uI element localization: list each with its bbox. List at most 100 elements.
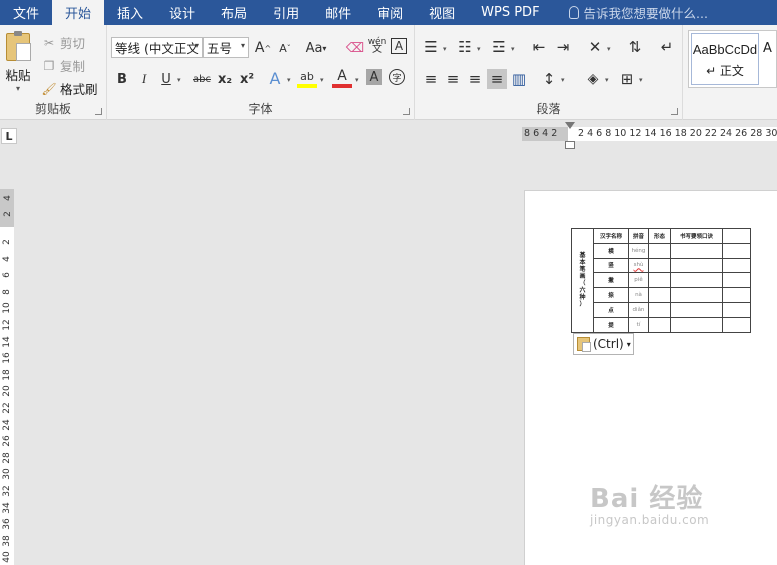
change-case-button[interactable]: Aa ▾ <box>303 38 329 58</box>
cut-label: 剪切 <box>60 36 86 51</box>
table-cell: 竖 <box>593 257 629 274</box>
highlight-button[interactable]: ab <box>297 68 317 88</box>
subscript-button[interactable]: x₂ <box>215 69 235 89</box>
clear-formatting-icon[interactable]: ⌫ <box>345 38 365 58</box>
vertical-ruler[interactable]: 4 2 2 4 6 8 10 12 14 16 18 20 22 24 26 28 30 32 34 36 38 40 <box>0 189 14 565</box>
tab-design[interactable]: 设计 <box>156 0 208 25</box>
table-cell: tí <box>628 316 649 333</box>
font-name-value: 等线 (中文正文 <box>115 41 199 56</box>
font-color-button[interactable]: A <box>332 68 352 88</box>
align-right-icon[interactable]: ≡ <box>465 69 485 89</box>
chevron-down-icon[interactable]: ▾ <box>605 76 609 84</box>
paste-label: 粘贴 <box>5 68 31 83</box>
italic-button[interactable]: I <box>134 69 154 89</box>
chevron-down-icon[interactable]: ▾ <box>561 76 565 84</box>
borders-icon[interactable]: ⊞ <box>617 69 637 89</box>
tab-home[interactable]: 开始 <box>52 0 105 25</box>
align-left-icon[interactable]: ≡ <box>421 69 441 89</box>
chevron-down-icon[interactable]: ▾ <box>477 45 481 53</box>
bullets-icon[interactable]: ☰ <box>421 37 441 57</box>
chevron-down-icon[interactable]: ▾ <box>511 45 515 53</box>
header-cell: 汉字名称 <box>593 228 629 244</box>
vertical-ruler-label: 2 <box>2 239 12 245</box>
chevron-down-icon[interactable]: ▾ <box>639 76 643 84</box>
paste-button[interactable]: 粘贴 ▾ <box>3 31 33 93</box>
left-indent-marker[interactable] <box>565 141 575 149</box>
increase-indent-icon[interactable]: ⇥ <box>553 37 573 57</box>
style-normal[interactable]: AaBbCcDd ↵ 正文 <box>691 33 759 85</box>
vertical-ruler-label: 28 <box>2 452 12 464</box>
underline-button[interactable]: U <box>156 69 176 89</box>
distributed-icon[interactable]: ▥ <box>509 69 529 89</box>
style-next[interactable]: A <box>763 41 772 56</box>
chevron-down-icon[interactable]: ▾ <box>287 76 291 84</box>
table-cell: nà <box>628 287 649 303</box>
vertical-ruler-label: 10 <box>2 302 12 315</box>
phonetic-guide-button[interactable]: wén 文 <box>367 36 387 56</box>
chevron-down-icon[interactable]: ▾ <box>320 76 324 84</box>
clipboard-group-label: 剪贴板 <box>34 102 71 116</box>
paste-options-button[interactable]: (Ctrl) ▾ <box>573 333 634 355</box>
character-shading-button[interactable]: A <box>366 69 382 85</box>
chevron-down-icon[interactable]: ▾ <box>16 84 20 93</box>
align-center-icon[interactable]: ≡ <box>443 69 463 89</box>
chevron-down-icon[interactable]: ▾ <box>607 45 611 53</box>
bold-button[interactable]: B <box>112 69 132 89</box>
tab-layout[interactable]: 布局 <box>208 0 260 25</box>
line-spacing-icon[interactable]: ↕ <box>539 69 559 89</box>
font-size-combo[interactable]: 五号 ▾ <box>203 37 249 58</box>
ribbon-tab-bar: 文件 开始 插入 设计 布局 引用 邮件 审阅 视图 WPS PDF 告诉我您想… <box>0 0 777 25</box>
table-cell: shù <box>628 257 649 274</box>
font-size-value: 五号 <box>207 41 233 56</box>
tab-view[interactable]: 视图 <box>416 0 468 25</box>
document-table[interactable]: 基本笔画（六种） 汉字名称 拼音 形态 书写要领口诀 横 héng 竖 shù 撇p… <box>571 228 751 333</box>
table-cell: 点 <box>593 301 629 318</box>
strikethrough-button[interactable]: abc <box>190 69 214 89</box>
vertical-ruler-label: 8 <box>2 288 12 295</box>
character-border-button[interactable]: A <box>391 38 407 54</box>
chevron-down-icon[interactable]: ▾ <box>355 76 359 84</box>
shrink-font-button[interactable]: Aˇ <box>275 38 295 58</box>
first-line-indent-marker[interactable] <box>565 122 575 129</box>
show-marks-icon[interactable]: ↵ <box>657 37 677 57</box>
font-name-combo[interactable]: 等线 (中文正文 ▾ <box>111 37 203 58</box>
numbering-icon[interactable]: ☷ <box>455 37 475 57</box>
copy-button[interactable]: ❐ 复制 <box>42 56 85 75</box>
scissors-icon: ✂ <box>43 35 55 50</box>
tell-me-text: 告诉我您想要做什么... <box>583 6 708 21</box>
lightbulb-icon <box>568 6 579 19</box>
enclose-characters-button[interactable]: 字 <box>389 69 405 85</box>
paragraph-launcher-icon[interactable] <box>671 108 678 115</box>
tab-file[interactable]: 文件 <box>0 0 52 25</box>
header-cell <box>722 228 751 244</box>
format-painter-button[interactable]: 🖌 格式刷 <box>41 79 97 98</box>
tell-me-box[interactable]: 告诉我您想要做什么... <box>553 0 708 25</box>
tab-selector-button[interactable]: L <box>1 128 17 144</box>
tab-wps-pdf[interactable]: WPS PDF <box>468 0 552 25</box>
tab-insert[interactable]: 插入 <box>104 0 156 25</box>
sort-icon[interactable]: ⇅ <box>625 37 645 57</box>
font-launcher-icon[interactable] <box>403 108 410 115</box>
cut-button[interactable]: ✂ 剪切 <box>42 33 85 52</box>
decrease-indent-icon[interactable]: ⇤ <box>529 37 549 57</box>
chevron-down-icon[interactable]: ▾ <box>177 76 181 84</box>
chinese-layout-icon[interactable]: ✕ <box>585 37 605 57</box>
tab-review[interactable]: 审阅 <box>364 0 416 25</box>
tab-mailings[interactable]: 邮件 <box>312 0 364 25</box>
superscript-button[interactable]: x² <box>237 69 257 89</box>
copy-icon: ❐ <box>43 58 55 73</box>
tab-references[interactable]: 引用 <box>260 0 312 25</box>
font-group: 等线 (中文正文 ▾ 五号 ▾ A ^ Aˇ Aa ▾ ⌫ wén 文 A B I U… <box>107 25 415 120</box>
clipboard-launcher-icon[interactable] <box>95 108 102 115</box>
justify-icon[interactable]: ≡ <box>487 69 507 89</box>
chevron-down-icon[interactable]: ▾ <box>443 45 447 53</box>
vertical-ruler-label: 38 <box>2 535 12 547</box>
shading-icon[interactable]: ◈ <box>583 69 603 89</box>
text-effects-button[interactable]: A <box>265 68 285 88</box>
multilevel-list-icon[interactable]: ☲ <box>489 37 509 57</box>
vertical-ruler-label: 14 <box>2 335 12 348</box>
vertical-ruler-label: 4 <box>3 195 13 201</box>
grow-font-button[interactable]: A ^ <box>253 38 273 58</box>
clipboard-icon <box>577 337 591 352</box>
horizontal-ruler[interactable]: 8 6 4 2 2 4 6 8 10 12 14 16 18 20 22 24 … <box>522 127 777 141</box>
